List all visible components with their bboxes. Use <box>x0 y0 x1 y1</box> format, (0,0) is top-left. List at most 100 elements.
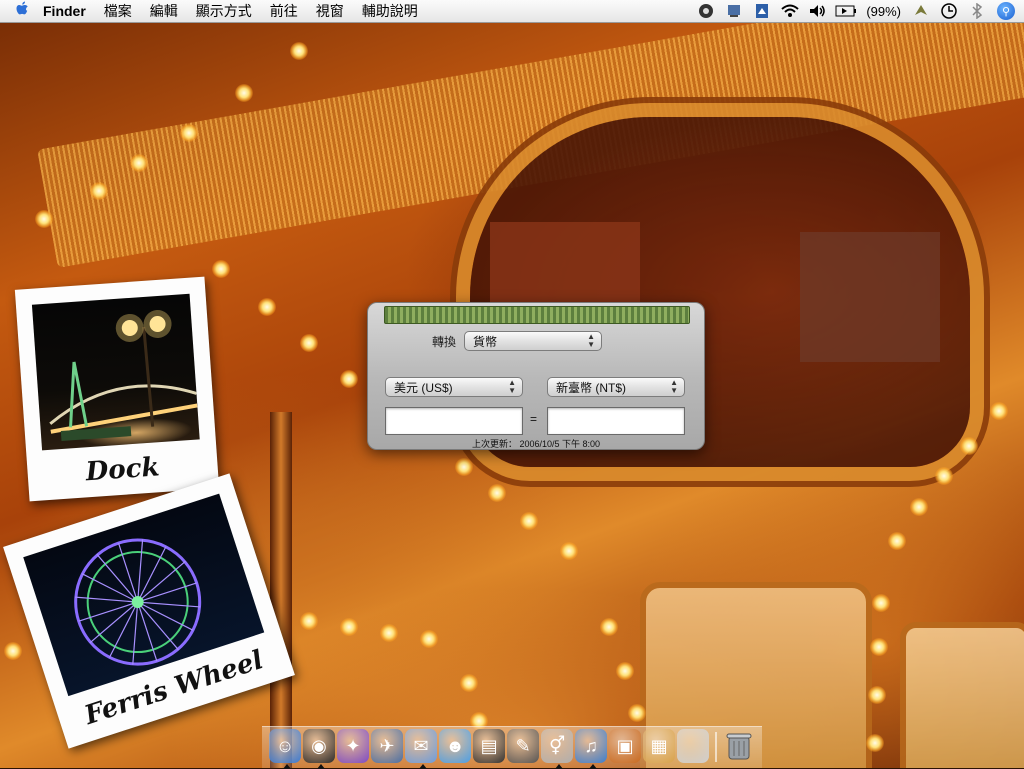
photo-viewer-icon[interactable]: ▦ <box>643 729 676 763</box>
gender-app-icon[interactable]: ⚥ <box>541 729 574 769</box>
ichat-glyph: ☻ <box>445 735 465 756</box>
wallpaper-bulb <box>420 630 438 648</box>
widget-decorative-band <box>384 306 690 324</box>
gender-app-glyph: ⚥ <box>549 735 566 756</box>
sync-icon[interactable] <box>723 0 745 22</box>
wallpaper-bulb <box>300 612 318 630</box>
convert-type-select[interactable]: 貨幣 ▲ ▼ <box>464 331 603 351</box>
wallpaper-bulb <box>935 467 953 485</box>
updown-arrows-icon: ▲ ▼ <box>587 332 596 349</box>
from-unit-select[interactable]: 美元 (US$) ▲ ▼ <box>385 377 523 397</box>
wallpaper-carousel-pole <box>270 412 292 768</box>
wallpaper-bulb <box>455 458 473 476</box>
mail-icon[interactable]: ✉ <box>405 729 438 769</box>
wallpaper-bulb <box>600 618 618 636</box>
wallpaper-bulb <box>235 84 253 102</box>
aqua-ball-glyph: ✦ <box>345 735 361 756</box>
menu-go[interactable]: 前往 <box>261 0 307 22</box>
wallpaper-bulb <box>130 154 148 172</box>
menu-app-finder[interactable]: Finder <box>34 0 95 22</box>
dock: ☺ ◉ ✦ ✈ ✉ ☻ ▤ ✎ ⚥ ♫ ▣ ▦ <box>262 726 762 769</box>
unit-converter-widget: 轉換 貨幣 ▲ ▼ 美元 (US$) ▲ ▼ 新臺幣 (NT$) ▲ ▼ = 上次更新… <box>367 302 705 450</box>
wallpaper-bulb <box>888 532 906 550</box>
preview-icon[interactable]: ✈ <box>371 729 404 763</box>
script-icon[interactable] <box>910 0 932 22</box>
wallpaper-bulb <box>340 370 358 388</box>
ichat-icon[interactable]: ☻ <box>439 729 472 763</box>
finder-glyph: ☺ <box>275 735 295 756</box>
clock-icon[interactable] <box>938 0 960 22</box>
wallpaper-bulb <box>866 734 884 752</box>
iphoto-icon[interactable]: ▣ <box>609 729 642 763</box>
photo-viewer-glyph: ▦ <box>650 735 668 756</box>
display-icon[interactable] <box>751 0 773 22</box>
dock-separator <box>715 732 718 762</box>
to-amount-input[interactable] <box>547 407 685 435</box>
spotlight-search-icon[interactable]: ⚲ <box>997 2 1015 20</box>
dashboard-glyph: ◉ <box>311 735 327 756</box>
convert-type-value: 貨幣 <box>473 334 498 349</box>
script-editor-icon[interactable]: ✎ <box>507 729 540 763</box>
unknown-status-icon[interactable] <box>695 0 717 22</box>
wallpaper-bulb <box>460 674 478 692</box>
itunes-icon[interactable]: ♫ <box>575 729 608 769</box>
wallpaper-bulb <box>180 124 198 142</box>
running-indicator-icon <box>283 764 291 769</box>
wallpaper-bulb <box>616 662 634 680</box>
itunes-glyph: ♫ <box>584 735 598 756</box>
system-profiler-icon[interactable]: ▤ <box>473 729 506 763</box>
wallpaper-bulb <box>560 542 578 560</box>
wallpaper-bulb <box>628 704 646 722</box>
from-unit-value: 美元 (US$) <box>394 380 453 395</box>
apple-folder-icon[interactable] <box>677 729 710 763</box>
to-unit-select[interactable]: 新臺幣 (NT$) ▲ ▼ <box>547 377 685 397</box>
dashboard-icon[interactable]: ◉ <box>303 729 336 769</box>
wallpaper-bulb <box>910 498 928 516</box>
aqua-ball-icon[interactable]: ✦ <box>337 729 370 763</box>
wallpaper-bulb <box>90 182 108 200</box>
wifi-icon[interactable] <box>779 0 801 22</box>
menu-view[interactable]: 顯示方式 <box>187 0 261 22</box>
updown-arrows-icon: ▲ ▼ <box>670 378 678 395</box>
wallpaper-bulb <box>340 618 358 636</box>
dock-photo <box>31 293 200 451</box>
equals-sign: = <box>530 412 538 426</box>
iphoto-glyph: ▣ <box>616 735 634 756</box>
finder-icon[interactable]: ☺ <box>269 729 302 769</box>
polaroid-widget-dock[interactable]: Dock <box>14 276 220 502</box>
wallpaper-bulb <box>960 437 978 455</box>
running-indicator-icon <box>419 764 428 769</box>
wallpaper-bulb <box>258 298 276 316</box>
wallpaper-bulb <box>990 402 1008 420</box>
battery-icon[interactable] <box>835 0 857 22</box>
trash-icon[interactable] <box>723 729 755 763</box>
menu-edit[interactable]: 編輯 <box>141 0 187 22</box>
convert-type-row: 轉換 貨幣 ▲ ▼ <box>432 331 603 351</box>
bluetooth-icon[interactable] <box>966 0 988 22</box>
menu-window[interactable]: 視窗 <box>307 0 353 22</box>
menu-help[interactable]: 輔助說明 <box>353 0 427 22</box>
wallpaper-bulb <box>870 638 888 656</box>
wallpaper-bulb <box>212 260 230 278</box>
apple-menu-icon[interactable] <box>12 1 34 21</box>
wallpaper-bulb <box>4 642 22 660</box>
mail-glyph: ✉ <box>413 735 429 756</box>
preview-glyph: ✈ <box>379 735 395 756</box>
volume-icon[interactable] <box>807 0 829 22</box>
wallpaper-ornate-panel-right <box>900 622 1024 768</box>
menu-bar: Finder 檔案 編輯 顯示方式 前往 視窗 輔助說明 (99%) ⚲ <box>0 0 1024 23</box>
script-editor-glyph: ✎ <box>515 735 531 756</box>
running-indicator-icon <box>555 764 564 769</box>
to-unit-value: 新臺幣 (NT$) <box>556 380 626 395</box>
system-profiler-glyph: ▤ <box>480 735 498 756</box>
convert-label: 轉換 <box>432 334 457 349</box>
wallpaper-bulb <box>290 42 308 60</box>
wallpaper-bulb <box>872 594 890 612</box>
wallpaper-building-reflection-right <box>800 232 940 362</box>
battery-percent[interactable]: (99%) <box>860 4 907 19</box>
updown-arrows-icon: ▲ ▼ <box>508 378 516 395</box>
wallpaper-bulb <box>488 484 506 502</box>
polaroid-caption-dock: Dock <box>84 452 161 488</box>
from-amount-input[interactable] <box>385 407 523 435</box>
menu-file[interactable]: 檔案 <box>95 0 141 22</box>
